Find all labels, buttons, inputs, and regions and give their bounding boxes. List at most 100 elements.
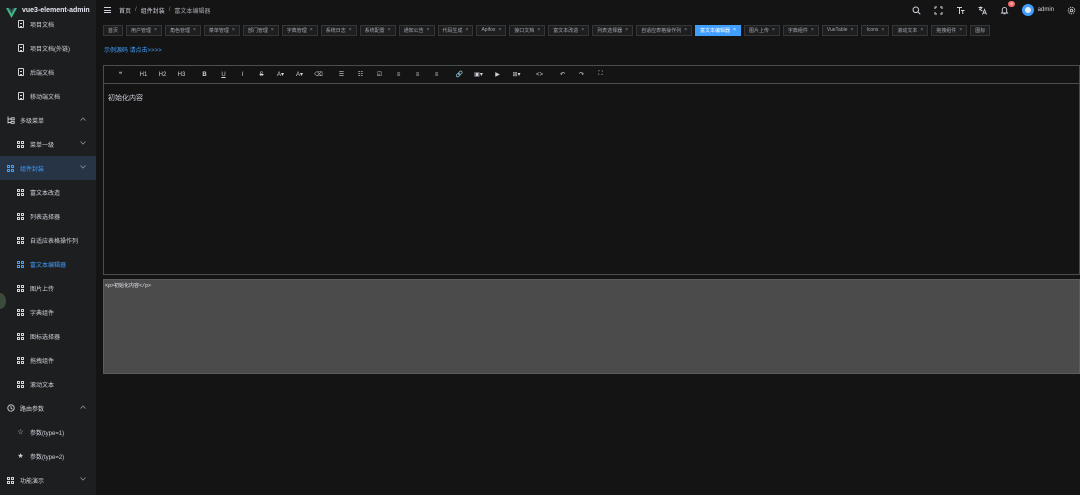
tag-item[interactable]: 菜单管理 ×: [203, 24, 240, 36]
tag-item[interactable]: 首页: [103, 24, 124, 36]
user-menu[interactable]: admin: [1021, 4, 1054, 16]
bell-icon[interactable]: 9: [1000, 0, 1015, 15]
sidebar-item[interactable]: 项目文档: [0, 12, 96, 36]
close-icon[interactable]: ×: [733, 27, 736, 33]
sidebar-item[interactable]: 富文本编辑器: [0, 252, 96, 276]
fullscreen-button[interactable]: ⛶: [591, 66, 610, 84]
sidebar-item[interactable]: 列表选择器: [0, 204, 96, 228]
sidebar-item[interactable]: ☆ 参数(type=1): [0, 420, 96, 444]
close-icon[interactable]: ×: [498, 27, 501, 33]
sidebar-item[interactable]: 图片上传: [0, 276, 96, 300]
code-button[interactable]: <>: [530, 66, 549, 84]
close-icon[interactable]: ×: [388, 27, 391, 33]
sidebar-item[interactable]: 拖拽组件: [0, 348, 96, 372]
close-icon[interactable]: ×: [154, 27, 157, 33]
tag-item[interactable]: 部门管理 ×: [242, 24, 279, 36]
sidebar-item[interactable]: 后端文档: [0, 60, 96, 84]
font-color-button[interactable]: A▾: [271, 66, 290, 84]
editor-content[interactable]: 初始化内容: [104, 84, 1079, 112]
sidebar-item[interactable]: 图标选择器: [0, 324, 96, 348]
tag-item[interactable]: 拖拽组件 ×: [931, 24, 968, 36]
close-icon[interactable]: ×: [625, 27, 628, 33]
language-icon[interactable]: [978, 6, 987, 15]
tag-item[interactable]: 通知公告 ×: [398, 24, 435, 36]
sidebar-item[interactable]: 多级菜单: [0, 108, 96, 132]
sidebar-item[interactable]: 功能演示: [0, 468, 96, 492]
italic-button[interactable]: I: [233, 66, 252, 84]
redo-button[interactable]: ↷: [572, 66, 591, 84]
video-button[interactable]: ▶: [488, 66, 507, 84]
search-icon[interactable]: [912, 6, 921, 15]
demo-source-link[interactable]: 示例源码 请点击>>>>: [104, 45, 162, 54]
bold-button[interactable]: B: [195, 66, 214, 84]
undo-button[interactable]: ↶: [553, 66, 572, 84]
tag-item[interactable]: 滚动文本 ×: [892, 24, 929, 36]
sidebar-item[interactable]: 字典组件: [0, 300, 96, 324]
tag-item[interactable]: 图标: [970, 24, 991, 36]
sidebar-item[interactable]: 移动端文档: [0, 84, 96, 108]
close-icon[interactable]: ×: [310, 27, 313, 33]
breadcrumb-components[interactable]: 组件封装: [141, 6, 165, 15]
tag-item[interactable]: Apifox ×: [476, 24, 507, 36]
sidebar-item[interactable]: 菜单一级: [0, 132, 96, 156]
strikethrough-button[interactable]: S: [252, 66, 271, 84]
sidebar-item[interactable]: 滚动文本: [0, 372, 96, 396]
sidebar-item[interactable]: 自适应表格操作列: [0, 228, 96, 252]
quote-button[interactable]: ❝: [111, 66, 130, 84]
close-icon[interactable]: ×: [772, 27, 775, 33]
close-icon[interactable]: ×: [232, 27, 235, 33]
settings-icon[interactable]: [1067, 6, 1076, 15]
close-icon[interactable]: ×: [684, 27, 687, 33]
close-icon[interactable]: ×: [193, 27, 196, 33]
tag-item[interactable]: 角色管理 ×: [164, 24, 201, 36]
tag-item[interactable]: 列表选择器 ×: [592, 24, 634, 36]
close-icon[interactable]: ×: [881, 27, 884, 33]
link-button[interactable]: 🔗: [450, 66, 469, 84]
sidebar-item[interactable]: 富文本改造: [0, 180, 96, 204]
clear-style-button[interactable]: ⌫: [309, 66, 328, 84]
tag-item[interactable]: 自适应表格操作列 ×: [636, 24, 693, 36]
sidebar-item[interactable]: 项目文档(外链): [0, 36, 96, 60]
tag-item[interactable]: 用户管理 ×: [126, 24, 162, 36]
close-icon[interactable]: ×: [959, 27, 962, 33]
sidebar-item[interactable]: 组件封装: [0, 156, 96, 180]
close-icon[interactable]: ×: [349, 27, 352, 33]
close-icon[interactable]: ×: [427, 27, 430, 33]
breadcrumb-home[interactable]: 首页: [119, 6, 131, 15]
fullscreen-icon[interactable]: [934, 6, 943, 15]
tag-item[interactable]: 富文本改造 ×: [548, 24, 590, 36]
tag-item[interactable]: VueTable ×: [821, 24, 859, 36]
tag-item[interactable]: 图片上传 ×: [743, 24, 780, 36]
close-icon[interactable]: ×: [581, 27, 584, 33]
numbered-list-button[interactable]: ☷: [351, 66, 370, 84]
image-button[interactable]: ▣▾: [469, 66, 488, 84]
tag-item[interactable]: 字典组件 ×: [782, 24, 819, 36]
h3-button[interactable]: H3: [172, 66, 191, 84]
tag-item[interactable]: 富文本编辑器 ×: [695, 24, 741, 36]
todo-button[interactable]: ☑: [370, 66, 389, 84]
close-icon[interactable]: ×: [466, 27, 469, 33]
tag-item[interactable]: Icons ×: [861, 24, 890, 36]
font-size-icon[interactable]: [956, 6, 965, 15]
sidebar-item[interactable]: ★ 参数(type=2): [0, 444, 96, 468]
align-left-button[interactable]: ≡: [389, 66, 408, 84]
close-icon[interactable]: ×: [811, 27, 814, 33]
underline-button[interactable]: U: [214, 66, 233, 84]
close-icon[interactable]: ×: [920, 27, 923, 33]
tag-item[interactable]: 系统日志 ×: [320, 24, 357, 36]
tag-item[interactable]: 代码生成 ×: [437, 24, 474, 36]
close-icon[interactable]: ×: [851, 27, 854, 33]
sidebar-item[interactable]: 路由参数: [0, 396, 96, 420]
html-output[interactable]: <p>初始化内容</p>: [103, 279, 1080, 374]
align-center-button[interactable]: ≡: [408, 66, 427, 84]
tag-item[interactable]: 接口文档 ×: [509, 24, 546, 36]
table-button[interactable]: ⊞▾: [507, 66, 526, 84]
bulleted-list-button[interactable]: ☰: [332, 66, 351, 84]
hamburger-icon[interactable]: [104, 7, 111, 13]
close-icon[interactable]: ×: [537, 27, 540, 33]
tag-item[interactable]: 字典管理 ×: [281, 24, 318, 36]
bg-color-button[interactable]: A▾: [290, 66, 309, 84]
h2-button[interactable]: H2: [153, 66, 172, 84]
justify-button[interactable]: ≡: [427, 66, 446, 84]
close-icon[interactable]: ×: [271, 27, 274, 33]
